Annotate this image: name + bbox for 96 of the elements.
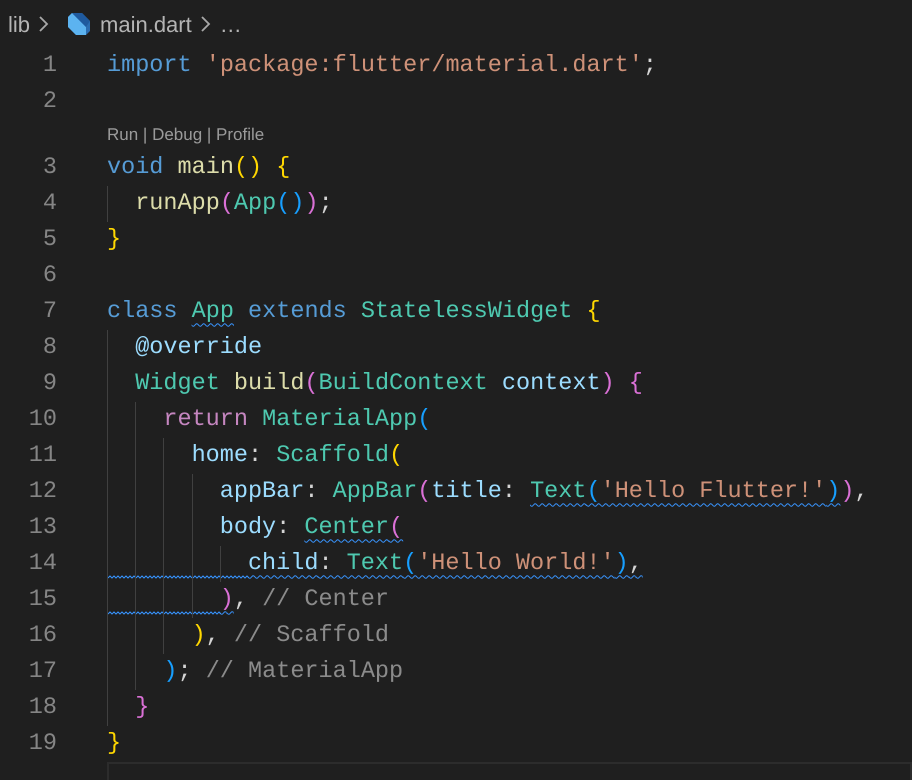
code-token: ) — [826, 477, 840, 508]
code-token: ( — [403, 549, 418, 580]
code-token: ( — [417, 477, 432, 508]
chevron-right-icon — [38, 14, 50, 34]
line-number: 8 — [42, 333, 57, 364]
code-token: ( — [389, 513, 404, 544]
code-token: 'Hello Flutter!' — [600, 477, 826, 508]
codelens-link[interactable]: Debug — [152, 122, 202, 148]
code-token: Widget — [135, 369, 221, 400]
code-token: } — [135, 693, 150, 724]
code-token: import — [107, 51, 193, 82]
code-token: main — [178, 153, 234, 184]
code-token: : — [502, 477, 517, 508]
dart-logo-icon — [66, 11, 92, 37]
code-token: StatelessWidget — [360, 297, 574, 328]
code-token: : — [276, 513, 292, 544]
code-token: ) — [840, 477, 854, 508]
code-token: } — [107, 225, 122, 256]
line-number: 12 — [28, 477, 57, 508]
code-token: ) — [192, 621, 206, 652]
code-token: ( — [586, 477, 601, 508]
code-token: // MaterialApp — [206, 657, 404, 688]
code-token: 'package:flutter/material.dart' — [206, 51, 643, 82]
code-token: void — [107, 153, 164, 184]
code-token: ( — [304, 369, 319, 400]
code-token: , — [854, 477, 869, 508]
code-token: return — [163, 405, 249, 436]
line-number: 10 — [28, 405, 57, 436]
code-token: Scaffold — [276, 441, 390, 472]
code-token: context — [502, 369, 601, 400]
chevron-right-icon — [200, 14, 212, 34]
code-token: () { — [234, 153, 290, 184]
breadcrumb-more[interactable]: … — [220, 8, 242, 40]
code-token: ( — [389, 441, 404, 472]
code-token: ( — [417, 405, 432, 436]
code-token: @override — [135, 333, 262, 364]
code-token: title — [431, 477, 502, 508]
breadcrumb-file[interactable]: main.dart — [100, 8, 192, 40]
code-token: runApp — [135, 189, 220, 220]
code-token: ) — [163, 657, 178, 688]
code-token: // Scaffold — [234, 621, 390, 652]
line-number: 11 — [28, 441, 57, 472]
line-number: 14 — [28, 549, 57, 580]
code-token: { — [586, 297, 601, 328]
line-number: 18 — [28, 693, 57, 724]
line-number: 6 — [42, 261, 57, 292]
code-token: , — [234, 585, 249, 616]
code-token: appBar — [220, 477, 304, 508]
code-token: : — [248, 441, 264, 472]
code-token: build — [234, 369, 304, 400]
code-token: home — [192, 441, 248, 472]
line-number: 4 — [42, 189, 57, 220]
code-token: ; — [318, 189, 333, 220]
code-token: ( — [220, 189, 234, 220]
code-token: body — [220, 513, 276, 544]
codelens-separator: | — [142, 124, 148, 146]
code-token: , — [628, 549, 643, 580]
code-token: class — [107, 297, 179, 328]
line-number: 5 — [42, 225, 57, 256]
code-token: Text — [346, 549, 404, 580]
code-token: extends — [247, 297, 348, 328]
code-token: App — [234, 189, 276, 220]
line-number: 16 — [28, 621, 57, 652]
line-number: 7 — [42, 297, 57, 328]
code-token: App — [192, 297, 234, 328]
code-token: BuildContext — [318, 369, 489, 400]
code-token: ) — [304, 189, 319, 220]
code-token: Text — [530, 477, 586, 508]
code-token: // Center — [262, 585, 389, 616]
code-token: MaterialApp — [262, 405, 418, 436]
code-token: child — [248, 549, 318, 580]
line-number: 17 — [28, 657, 57, 688]
code-token: () — [276, 189, 304, 220]
code-token: ; — [642, 51, 657, 82]
code-token: Center — [304, 513, 390, 544]
codelens-separator: | — [206, 124, 212, 146]
line-number: 19 — [28, 729, 57, 760]
code-token: ) { — [600, 369, 643, 400]
line-number: 1 — [42, 51, 57, 82]
codelens-link[interactable]: Profile — [216, 122, 264, 148]
line-number: 13 — [28, 513, 57, 544]
line-number: 15 — [28, 585, 57, 616]
code-token: : — [318, 549, 334, 580]
line-number: 3 — [42, 153, 57, 184]
code-token: ; — [177, 657, 193, 688]
code-token: AppBar — [332, 477, 418, 508]
line-number: 2 — [42, 87, 57, 118]
breadcrumb-folder[interactable]: lib — [8, 8, 30, 40]
codelens-link[interactable]: Run — [107, 122, 138, 148]
code-token: 'Hello World!' — [417, 549, 615, 580]
code-token: ) — [220, 585, 234, 616]
code-token: : — [304, 477, 320, 508]
code-token: } — [107, 729, 122, 760]
code-token: , — [206, 621, 221, 652]
line-number: 9 — [42, 369, 57, 400]
code-token: ) — [614, 549, 629, 580]
